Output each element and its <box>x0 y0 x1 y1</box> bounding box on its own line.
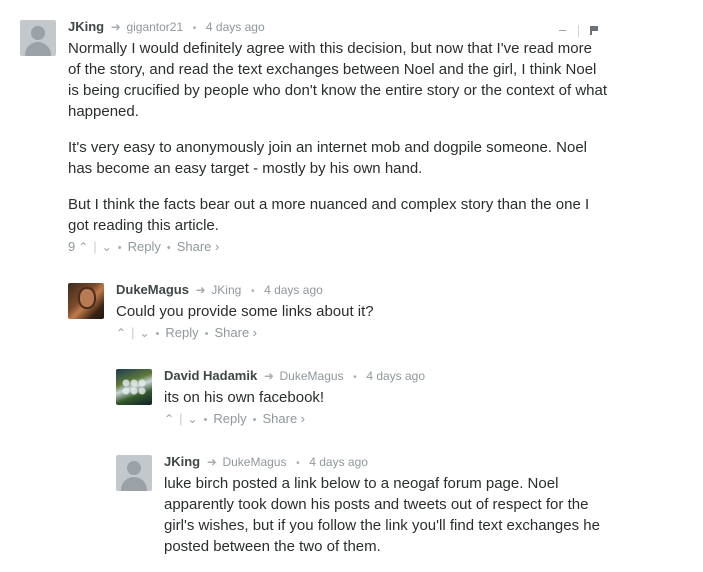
comment-paragraph: Could you provide some links about it? <box>116 303 374 320</box>
share-button[interactable]: Share › <box>177 239 220 254</box>
comment-footer: 9 ⌃ | ⌄ • Reply • Share › <box>68 238 219 256</box>
parent-author-link[interactable]: gigantor21 <box>126 20 183 34</box>
flag-icon[interactable] <box>590 26 600 36</box>
separator-dot: • <box>155 328 160 340</box>
reply-arrow-icon: ➜ <box>110 20 121 34</box>
comment-tools: – <box>559 22 600 37</box>
vote-divider: | <box>179 411 183 426</box>
reply-button[interactable]: Reply <box>213 411 246 426</box>
tools-divider <box>577 24 579 37</box>
comment-header: JKing ➜ gigantor21 • 4 days ago <box>68 18 265 36</box>
upvote-icon[interactable]: ⌃ <box>116 326 126 340</box>
comment-paragraph: It's very easy to anonymously join an in… <box>68 139 587 177</box>
avatar[interactable] <box>68 283 104 319</box>
parent-author-link[interactable]: JKing <box>211 283 241 297</box>
author-name[interactable]: DukeMagus <box>116 282 189 297</box>
timestamp[interactable]: 4 days ago <box>264 283 323 297</box>
timestamp[interactable]: 4 days ago <box>366 369 425 383</box>
author-name[interactable]: David Hadamik <box>164 368 257 383</box>
comment-footer: ⌃ | ⌄ • Reply • Share › <box>164 410 305 428</box>
upvote-icon[interactable]: ⌃ <box>164 412 174 426</box>
comment-header: DukeMagus ➜ JKing • 4 days ago <box>116 281 323 299</box>
separator-dot: • <box>296 458 300 469</box>
comment-paragraph: luke birch posted a link below to a neog… <box>164 475 600 555</box>
downvote-icon[interactable]: ⌄ <box>187 412 197 426</box>
upvote-icon[interactable]: ⌃ <box>78 240 88 254</box>
separator-dot: • <box>203 414 208 426</box>
timestamp[interactable]: 4 days ago <box>309 455 368 469</box>
author-name[interactable]: JKing <box>68 19 104 34</box>
share-button[interactable]: Share › <box>214 325 257 340</box>
parent-author-link[interactable]: DukeMagus <box>222 455 286 469</box>
comment-paragraph: Normally I would definitely agree with t… <box>68 40 608 120</box>
vote-count: 9 <box>68 239 76 254</box>
comment-paragraph: its on his own facebook! <box>164 389 325 406</box>
separator-dot: • <box>166 242 171 254</box>
separator-dot: • <box>192 23 197 34</box>
reply-button[interactable]: Reply <box>165 325 198 340</box>
downvote-icon[interactable]: ⌄ <box>102 240 112 254</box>
comment-header: David Hadamik ➜ DukeMagus • 4 days ago <box>164 367 425 385</box>
reply-arrow-icon: ➜ <box>206 455 217 469</box>
avatar[interactable] <box>20 20 56 56</box>
comment-body: Normally I would definitely agree with t… <box>68 38 608 251</box>
reply-button[interactable]: Reply <box>128 239 161 254</box>
separator-dot: • <box>204 328 209 340</box>
avatar[interactable] <box>116 455 152 491</box>
separator-dot: • <box>252 414 257 426</box>
comment-body: luke birch posted a link below to a neog… <box>164 473 604 572</box>
comment-paragraph: But I think the facts bear out a more nu… <box>68 196 590 234</box>
author-name[interactable]: JKing <box>164 454 200 469</box>
collapse-button[interactable]: – <box>559 22 566 37</box>
comment-footer: ⌃ | ⌄ • Reply • Share › <box>116 324 257 342</box>
share-button[interactable]: Share › <box>262 411 305 426</box>
vote-divider: | <box>93 239 97 254</box>
parent-author-link[interactable]: DukeMagus <box>280 369 344 383</box>
downvote-icon[interactable]: ⌄ <box>139 326 149 340</box>
vote-divider: | <box>131 325 135 340</box>
separator-dot: • <box>353 372 357 383</box>
reply-arrow-icon: ➜ <box>263 369 274 383</box>
separator-dot: • <box>250 286 255 297</box>
separator-dot: • <box>117 242 122 254</box>
comment-header: JKing ➜ DukeMagus • 4 days ago <box>164 453 368 471</box>
reply-arrow-icon: ➜ <box>195 283 206 297</box>
avatar[interactable] <box>116 369 152 405</box>
timestamp[interactable]: 4 days ago <box>206 20 265 34</box>
